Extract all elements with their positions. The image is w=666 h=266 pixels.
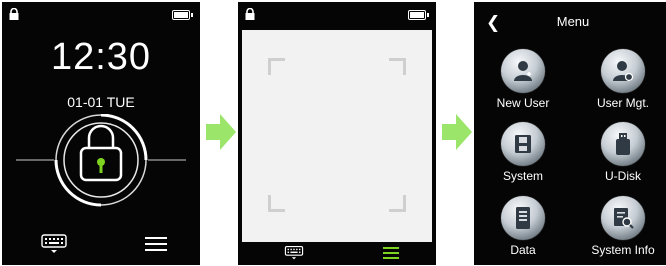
date-label: 01-01 TUE	[67, 94, 135, 110]
menu-item-label: New User	[496, 96, 550, 110]
lock-screen: 12:30 01-01 TUE	[2, 2, 200, 265]
menu-title: Menu	[556, 14, 590, 29]
keyboard-icon[interactable]	[40, 233, 68, 255]
hamburger-menu-icon[interactable]	[383, 246, 399, 260]
menu-item-label: Data	[510, 243, 536, 257]
arrow-right-icon	[442, 114, 472, 150]
keyboard-icon[interactable]	[284, 245, 304, 261]
bottom-bar	[238, 242, 436, 265]
scan-screen	[238, 2, 436, 265]
arrow-right-icon	[206, 114, 236, 150]
menu-item-u-disk[interactable]: U-Disk	[578, 122, 666, 183]
document-search-icon	[601, 196, 645, 240]
menu-item-new-user[interactable]: New User	[478, 49, 568, 110]
scan-area	[242, 30, 432, 242]
frame-corner	[389, 195, 406, 212]
menu-item-system[interactable]: System	[478, 122, 568, 183]
menu-item-system-info[interactable]: System Info	[578, 196, 666, 257]
unlock-padlock-icon[interactable]	[16, 114, 186, 220]
server-icon	[501, 196, 545, 240]
user-settings-icon	[601, 49, 645, 93]
padlock-icon	[245, 8, 255, 20]
menu-item-label: User Mgt.	[596, 96, 649, 110]
menu-item-user-mgt[interactable]: User Mgt.	[578, 49, 666, 110]
usb-drive-icon	[601, 122, 645, 166]
menu-screen: ❮ Menu New User User Mgt. System U-Disk …	[474, 2, 666, 265]
floppy-disk-icon	[501, 122, 545, 166]
clock-time: 12:30	[50, 36, 152, 78]
menu-item-label: System	[502, 169, 543, 183]
frame-corner	[268, 58, 285, 75]
menu-item-label: U-Disk	[605, 169, 641, 183]
battery-icon	[172, 10, 193, 20]
frame-corner	[389, 58, 406, 75]
add-user-icon	[501, 49, 545, 93]
battery-icon	[408, 10, 429, 20]
padlock-icon	[9, 8, 19, 20]
menu-item-label: System Info	[591, 243, 655, 257]
menu-item-data[interactable]: Data	[478, 196, 568, 257]
frame-corner	[268, 195, 285, 212]
hamburger-menu-icon[interactable]	[145, 235, 167, 253]
